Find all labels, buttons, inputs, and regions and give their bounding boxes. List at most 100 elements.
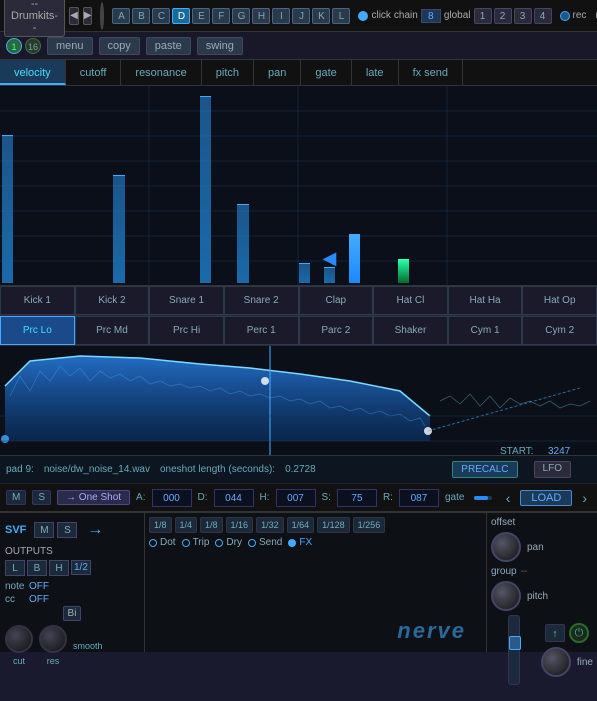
s-filter-btn[interactable]: S — [57, 522, 77, 538]
s2-value[interactable]: 75 — [337, 489, 377, 507]
trip-radio[interactable] — [182, 539, 190, 547]
r-value[interactable]: 087 — [399, 489, 439, 507]
pad-clap[interactable]: Clap — [299, 286, 374, 315]
num-box-4[interactable]: 4 — [534, 8, 552, 24]
seq-bar-17[interactable] — [200, 96, 211, 283]
pad-snare1[interactable]: Snare 1 — [149, 286, 224, 315]
letter-btn-a[interactable]: A — [112, 8, 130, 24]
dot-radio[interactable] — [149, 539, 157, 547]
note-1-8b[interactable]: 1/8 — [200, 517, 223, 533]
pad-perc1[interactable]: Perc 1 — [224, 316, 299, 345]
pad-hatha[interactable]: Hat Ha — [448, 286, 523, 315]
arrow-icon-btn[interactable]: ↑ — [545, 624, 565, 642]
note-1-128[interactable]: 1/128 — [317, 517, 350, 533]
pad-shaker[interactable]: Shaker — [373, 316, 448, 345]
pad-prclo[interactable]: Prc Lo — [0, 316, 75, 345]
tab-fxsend[interactable]: fx send — [399, 60, 463, 85]
precalc-button[interactable]: PRECALC — [452, 461, 517, 478]
seq-bar-1[interactable] — [2, 135, 13, 283]
num-box-1[interactable]: 1 — [474, 8, 492, 24]
trip-option[interactable]: Trip — [182, 537, 210, 548]
num-box-3[interactable]: 3 — [514, 8, 532, 24]
gate-slider[interactable] — [474, 496, 491, 500]
dot-option[interactable]: Dot — [149, 537, 176, 548]
dry-option[interactable]: Dry — [215, 537, 242, 548]
pad-parc2[interactable]: Parc 2 — [299, 316, 374, 345]
seq-bar-33[interactable] — [398, 259, 409, 283]
seq-bar-27[interactable]: ◀ — [324, 267, 335, 283]
menu-button[interactable]: menu — [47, 37, 93, 55]
d-value[interactable]: 044 — [214, 489, 254, 507]
click-radio[interactable] — [358, 11, 368, 21]
tab-late[interactable]: late — [352, 60, 399, 85]
l-btn[interactable]: L — [5, 560, 25, 576]
send-radio[interactable] — [248, 539, 256, 547]
b-btn[interactable]: B — [27, 560, 47, 576]
swing-button[interactable]: swing — [197, 37, 243, 55]
letter-btn-f[interactable]: F — [212, 8, 230, 24]
slider-thumb[interactable] — [509, 636, 521, 650]
vertical-slider[interactable] — [508, 615, 520, 685]
step-1[interactable]: 1 — [6, 38, 22, 54]
s-button[interactable]: S — [32, 490, 51, 505]
letter-btn-h[interactable]: H — [252, 8, 270, 24]
pad-kick1[interactable]: Kick 1 — [0, 286, 75, 315]
seq-bar-25[interactable] — [299, 263, 310, 283]
res-knob[interactable] — [39, 625, 67, 653]
pad-cym2[interactable]: Cym 2 — [522, 316, 597, 345]
fx-radio[interactable] — [288, 539, 296, 547]
one-shot-button[interactable]: → One Shot — [57, 490, 130, 505]
tab-resonance[interactable]: resonance — [121, 60, 201, 85]
next-arrow[interactable]: ▶ — [83, 7, 93, 25]
pitch-knob[interactable] — [491, 581, 521, 611]
tab-pan[interactable]: pan — [254, 60, 301, 85]
send-option[interactable]: Send — [248, 537, 282, 548]
fx-option[interactable]: FX — [288, 537, 312, 548]
lfo-button[interactable]: LFO — [534, 461, 571, 478]
seq-bar-29-selected[interactable] — [349, 234, 360, 283]
note-1-32[interactable]: 1/32 — [256, 517, 284, 533]
h-value[interactable]: 007 — [276, 489, 316, 507]
h-output-btn[interactable]: H — [49, 560, 69, 576]
tab-cutoff[interactable]: cutoff — [66, 60, 122, 85]
note-1-4[interactable]: 1/4 — [175, 517, 198, 533]
letter-btn-g[interactable]: G — [232, 8, 250, 24]
pad-prcmd[interactable]: Prc Md — [75, 316, 150, 345]
dry-radio[interactable] — [215, 539, 223, 547]
pad-cym1[interactable]: Cym 1 — [448, 316, 523, 345]
note-1-256[interactable]: 1/256 — [353, 517, 386, 533]
note-1-8[interactable]: 1/8 — [149, 517, 172, 533]
pad-kick2[interactable]: Kick 2 — [75, 286, 150, 315]
letter-btn-i[interactable]: I — [272, 8, 290, 24]
note-1-64[interactable]: 1/64 — [287, 517, 315, 533]
letter-btn-c[interactable]: C — [152, 8, 170, 24]
tab-velocity[interactable]: velocity — [0, 60, 66, 85]
seq-bar-20[interactable] — [237, 204, 248, 283]
drumkit-selector[interactable]: --Drumkits-- — [4, 0, 65, 37]
letter-btn-b[interactable]: B — [132, 8, 150, 24]
tab-pitch[interactable]: pitch — [202, 60, 254, 85]
note-1-16[interactable]: 1/16 — [226, 517, 254, 533]
m-filter-btn[interactable]: M — [34, 522, 54, 538]
waveform-svg[interactable]: START: 3247 — [0, 346, 597, 456]
top-knob[interactable] — [100, 2, 104, 30]
pad-hatcl[interactable]: Hat Cl — [373, 286, 448, 315]
seq-bar-10[interactable] — [113, 175, 124, 283]
a-value[interactable]: 000 — [152, 489, 192, 507]
pad-hatop[interactable]: Hat Op — [522, 286, 597, 315]
prev-page-arrow[interactable]: ‹ — [502, 490, 515, 506]
next-page-arrow[interactable]: › — [578, 490, 591, 506]
num-box-2[interactable]: 2 — [494, 8, 512, 24]
copy-button[interactable]: copy — [99, 37, 140, 55]
cut-knob[interactable] — [5, 625, 33, 653]
pad-prchi[interactable]: Prc Hi — [149, 316, 224, 345]
output-select[interactable]: 1/2 — [71, 560, 91, 575]
fine-knob[interactable] — [541, 647, 571, 677]
letter-btn-j[interactable]: J — [292, 8, 310, 24]
paste-button[interactable]: paste — [146, 37, 191, 55]
prev-arrow[interactable]: ◀ — [69, 7, 79, 25]
tab-gate[interactable]: gate — [301, 60, 351, 85]
pan-knob[interactable] — [491, 532, 521, 562]
m-button[interactable]: M — [6, 490, 26, 505]
rec-radio[interactable] — [560, 11, 570, 21]
